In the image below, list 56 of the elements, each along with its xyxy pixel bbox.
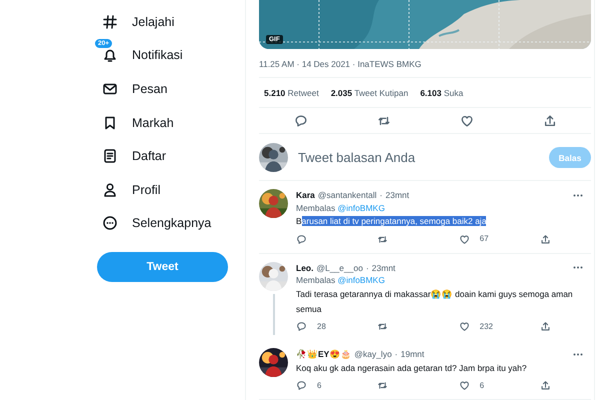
engagement-count[interactable]: 5.210 Retweet [264, 88, 319, 98]
nav-item[interactable]: Jelajahi [132, 14, 174, 29]
more-icon[interactable] [102, 215, 118, 232]
engagement-count[interactable]: 2.035 Tweet Kutipan [330, 88, 408, 98]
share-icon[interactable] [540, 321, 551, 332]
share-icon[interactable] [540, 234, 551, 245]
time-separator: · [380, 189, 382, 202]
post-time[interactable]: 23mnt [372, 262, 396, 274]
retweet-icon[interactable] [376, 114, 390, 128]
action-count: 6 [480, 380, 484, 392]
hashtag-icon[interactable] [102, 14, 118, 30]
replying-to-label: Membalas [296, 275, 336, 285]
retweet-icon[interactable] [377, 321, 388, 332]
more-icon[interactable] [573, 194, 583, 197]
author-handle[interactable]: @santankentall [318, 189, 377, 202]
nav-item[interactable]: Daftar [132, 149, 166, 164]
person-icon[interactable] [102, 182, 118, 198]
action-count: 232 [480, 320, 494, 332]
reply-text: Tadi terasa getarannya di makassar😭😭 doain kami guys semoga aman semua [296, 288, 574, 316]
action-count: 67 [480, 233, 489, 245]
list-icon[interactable] [102, 148, 118, 164]
engagement-count[interactable]: 6.103 Suka [420, 88, 464, 98]
author-handle[interactable]: @L__e__oo [316, 262, 363, 274]
share-icon[interactable] [540, 380, 551, 392]
nav-item[interactable]: Selengkapnya [132, 216, 212, 230]
time-separator: · [366, 262, 369, 274]
heart-icon[interactable] [458, 234, 470, 245]
reply-icon[interactable] [296, 321, 307, 332]
post-time[interactable]: 23mnt [385, 189, 410, 202]
reply-text: Barusan liat di tv peringatannya, semoga baik2 aja [296, 215, 488, 228]
nav-item[interactable]: Notifikasi [132, 48, 183, 62]
reply-text: Koq aku gk ada ngerasain ada getaran td? Jam brpa itu yah? [296, 362, 528, 375]
nav-item[interactable]: Pesan [132, 82, 168, 96]
tweet-timestamp: 11.25 AM · 14 Des 2021 · InaTEWS BMKG [259, 49, 591, 78]
reply-icon[interactable] [296, 380, 307, 392]
nav-item[interactable]: Markah [132, 116, 174, 130]
author-name[interactable]: Kara [296, 189, 315, 202]
replying-to-label: Membalas [296, 202, 336, 212]
more-icon[interactable] [573, 266, 583, 270]
heart-icon[interactable] [458, 321, 470, 332]
bell-icon[interactable] [102, 47, 118, 64]
author-name[interactable]: Leo. [296, 262, 314, 274]
time-separator: · [394, 348, 398, 360]
share-icon[interactable] [542, 114, 556, 128]
action-count: 6 [317, 380, 322, 392]
retweet-icon[interactable] [377, 234, 388, 245]
post-time[interactable]: 19mnt [400, 348, 424, 360]
reply-icon[interactable] [294, 114, 308, 128]
author-handle[interactable]: @kay_lyo [354, 348, 392, 360]
nav-item[interactable]: Profil [132, 182, 160, 197]
retweet-icon[interactable] [377, 380, 388, 392]
heart-icon[interactable] [460, 114, 474, 128]
heart-icon[interactable] [458, 380, 470, 392]
action-count: 28 [317, 320, 326, 332]
reply-icon[interactable] [296, 234, 307, 245]
more-icon[interactable] [573, 352, 583, 356]
